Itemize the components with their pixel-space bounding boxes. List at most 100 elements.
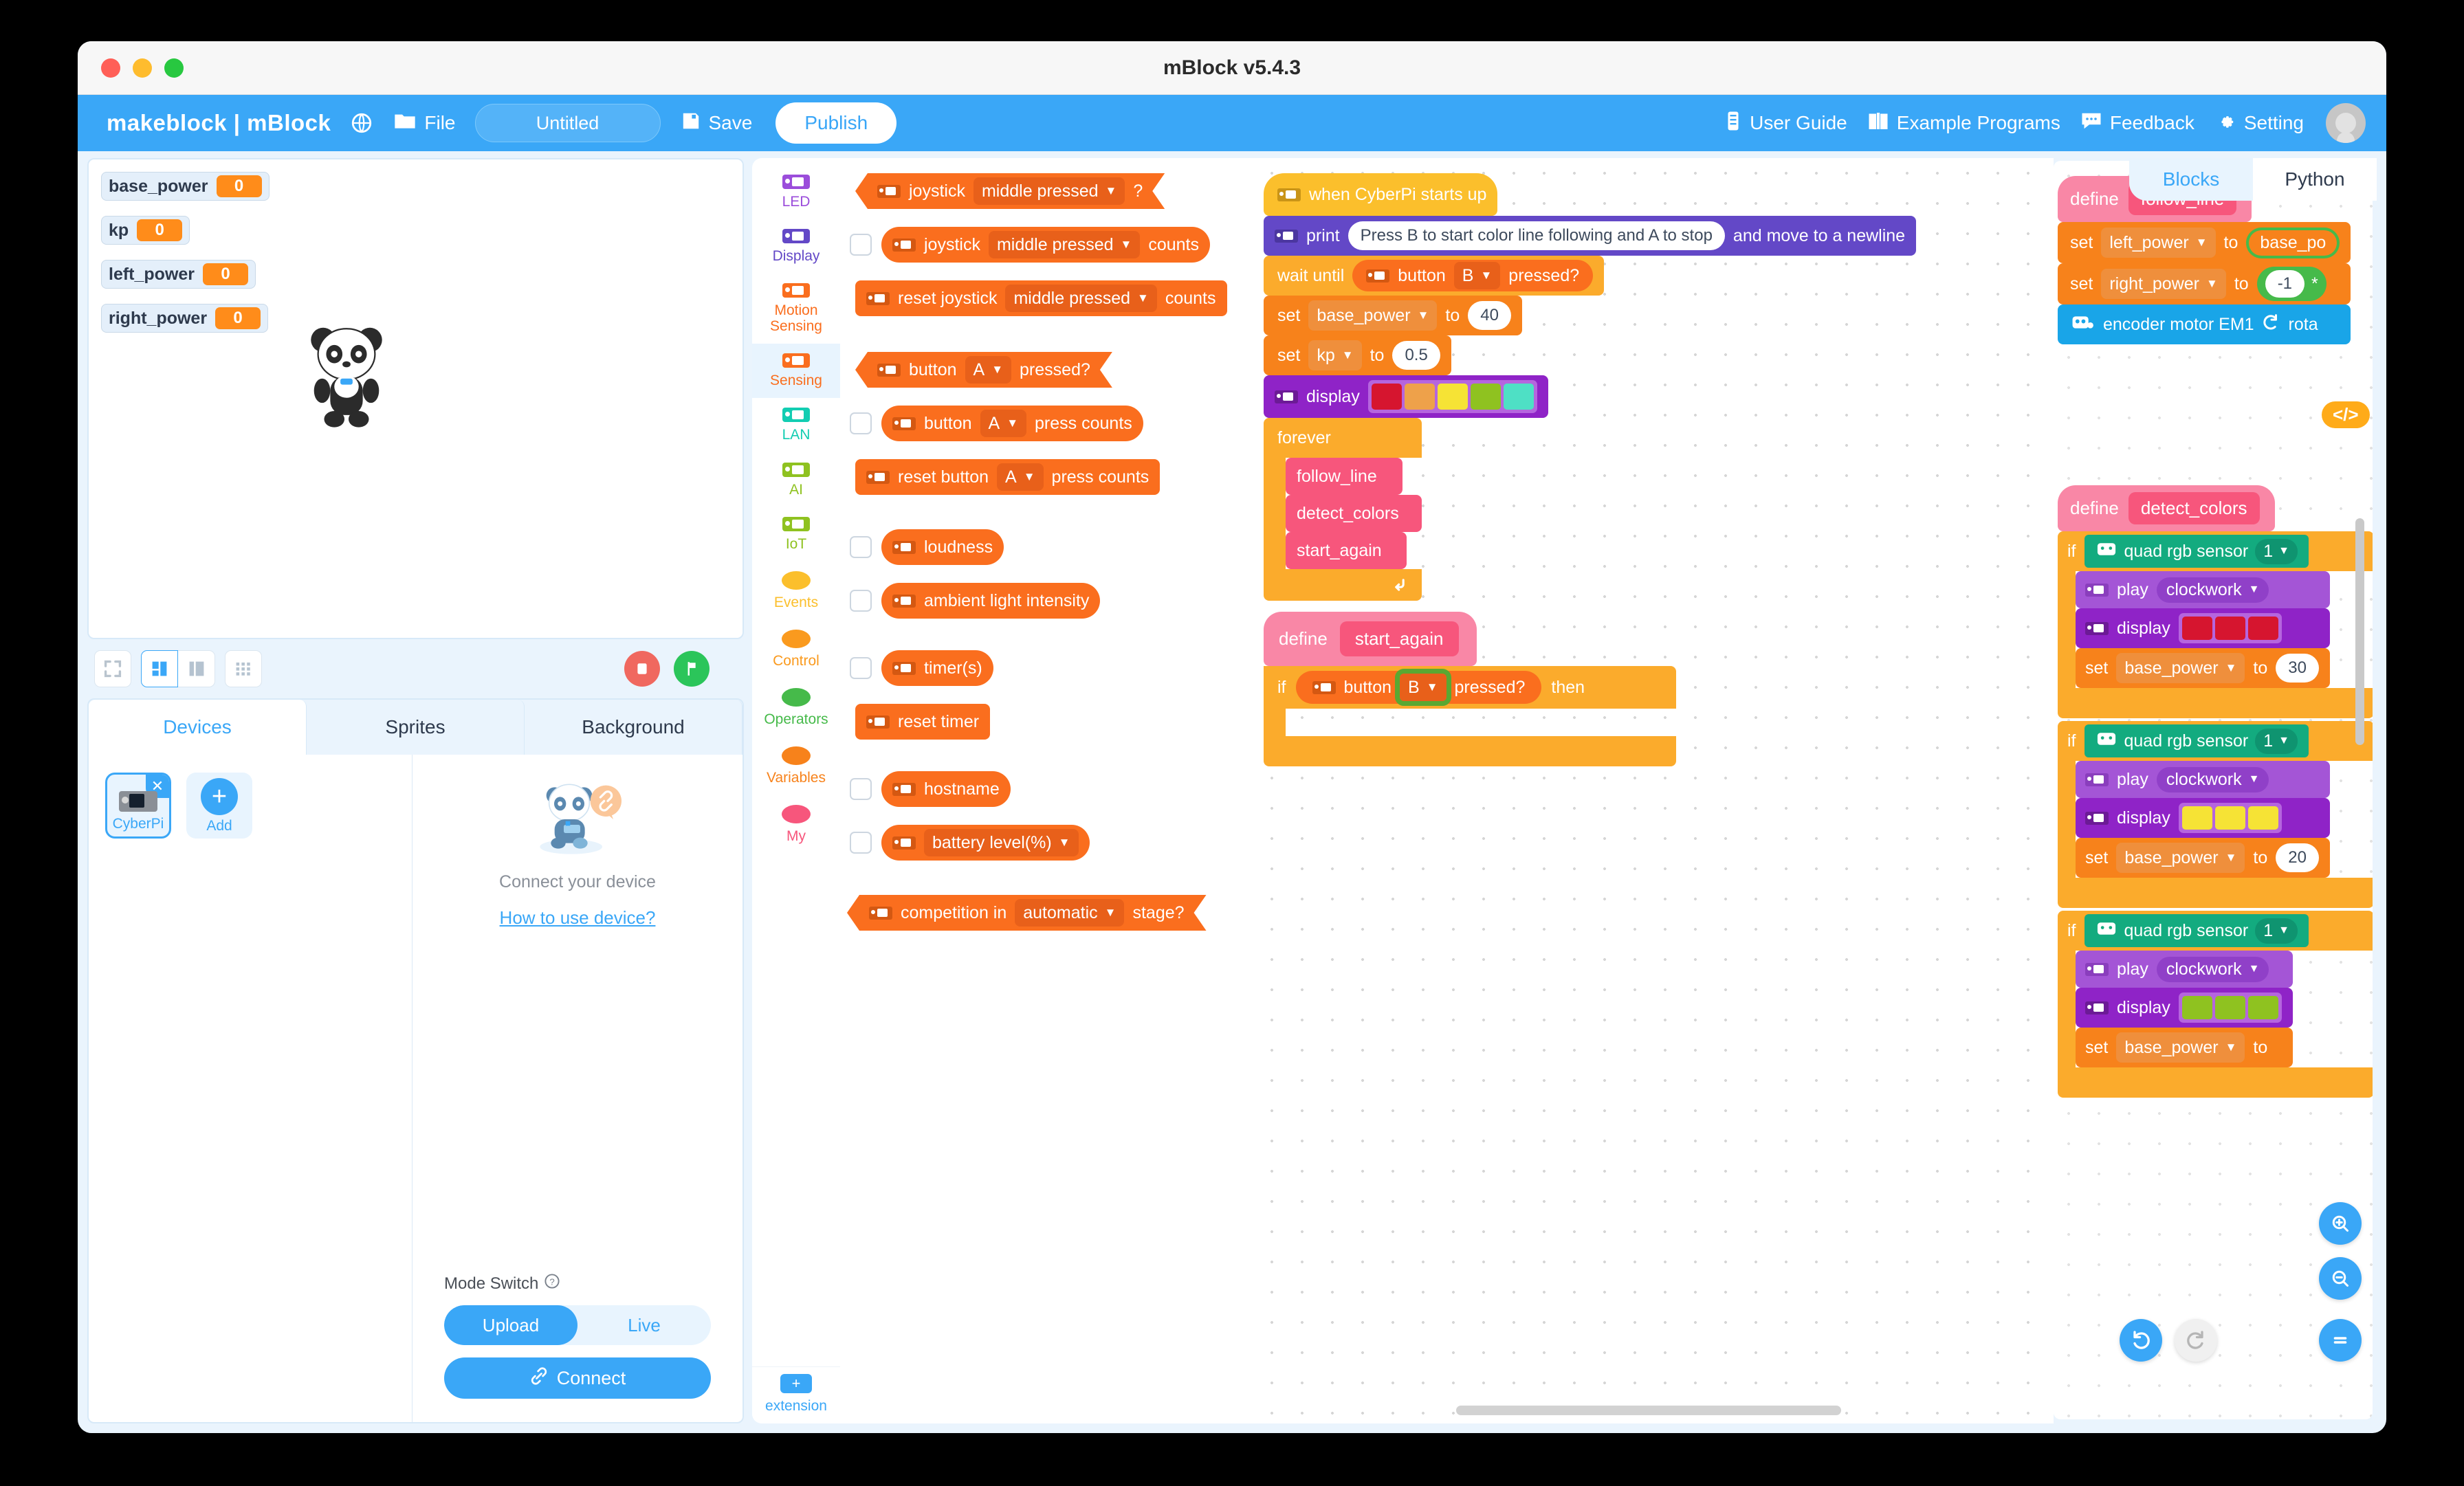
connect-button[interactable]: Connect — [444, 1357, 711, 1399]
feedback-button[interactable]: Feedback — [2081, 112, 2194, 135]
redo-icon[interactable] — [2175, 1319, 2217, 1362]
code-workspace[interactable]: when CyberPi starts up print Press B to … — [1257, 158, 2054, 1423]
palette-monitor-checkbox[interactable] — [850, 234, 872, 256]
category-sensing[interactable]: Sensing — [752, 344, 840, 399]
mode-option-upload[interactable]: Upload — [444, 1305, 578, 1345]
file-menu[interactable]: File — [394, 111, 456, 135]
avatar[interactable] — [2326, 103, 2366, 143]
globe-icon[interactable] — [350, 111, 373, 135]
script-follow-line[interactable]: define follow_line set left_power ▼ to b… — [2058, 176, 2351, 344]
code-panel-vertical-scrollbar[interactable] — [2355, 518, 2364, 745]
category-display[interactable]: Display — [752, 219, 840, 274]
tab-devices[interactable]: Devices — [89, 700, 307, 755]
category-lan[interactable]: LAN — [752, 398, 840, 452]
block-set-right-power[interactable]: set right_power ▼ to -1 * — [2058, 263, 2351, 304]
color-swatch[interactable] — [1437, 384, 1468, 410]
block-forever[interactable]: forever follow_line detect_colors start_… — [1264, 418, 1422, 601]
block-quad-rgb-sensor[interactable]: quad rgb sensor 1 ▼ — [2084, 914, 2309, 947]
color-swatch[interactable] — [2247, 617, 2278, 640]
palette-block[interactable]: hostname — [881, 771, 1011, 807]
palette-block[interactable]: reset timer — [855, 704, 991, 740]
block-if-then[interactable]: if quad rgb sensor 1 ▼ play clockwork ▼ display… — [2058, 531, 2373, 718]
block-display-colors[interactable]: display — [2076, 798, 2330, 838]
block-display-colors[interactable]: display — [2076, 988, 2293, 1028]
block-if-then[interactable]: if quad rgb sensor 1 ▼ play clockwork ▼ display… — [2058, 721, 2373, 908]
variable-dropdown[interactable]: left_power ▼ — [2101, 228, 2216, 258]
palette-block[interactable]: button A ▼ pressed? — [855, 352, 1112, 388]
palette-block[interactable]: button A ▼ press counts — [881, 406, 1143, 441]
display-color-strip[interactable] — [2178, 613, 2282, 643]
layout-small-icon[interactable] — [141, 650, 178, 687]
mode-option-live[interactable]: Live — [578, 1305, 711, 1345]
color-swatch[interactable] — [2181, 996, 2212, 1019]
block-call-detect-colors[interactable]: detect_colors — [1286, 495, 1422, 532]
category-control[interactable]: Control — [752, 620, 840, 678]
variable-dropdown[interactable]: kp ▼ — [1308, 340, 1362, 370]
display-color-strip[interactable] — [2178, 803, 2282, 833]
palette-block[interactable]: loudness — [881, 529, 1004, 565]
palette-monitor-checkbox[interactable] — [850, 778, 872, 800]
tab-background[interactable]: Background — [525, 700, 742, 755]
block-palette[interactable]: joystick middle pressed ▼? joystick middle p… — [840, 158, 1257, 1423]
sound-dropdown[interactable]: clockwork ▼ — [2156, 577, 2269, 603]
palette-monitor-checkbox[interactable] — [850, 412, 872, 434]
green-flag-icon[interactable] — [674, 651, 710, 687]
button-key-dropdown[interactable]: B ▼ — [1453, 262, 1501, 289]
display-color-strip[interactable] — [2178, 992, 2282, 1023]
block-dropdown[interactable]: middle pressed ▼ — [974, 177, 1125, 205]
color-swatch[interactable] — [2214, 617, 2245, 640]
category-ai[interactable]: AI — [752, 453, 840, 507]
set-value-input[interactable]: 30 — [2276, 654, 2319, 683]
block-set-base-power[interactable]: set base_power ▼ to 40 — [1264, 296, 1522, 335]
add-device-button[interactable]: + Add — [186, 773, 252, 839]
block-button-pressed[interactable]: button B ▼ pressed? — [1352, 260, 1594, 291]
block-dropdown[interactable]: middle pressed ▼ — [1005, 285, 1157, 312]
palette-block[interactable]: reset button A ▼ press counts — [855, 459, 1160, 495]
category-events[interactable]: Events — [752, 562, 840, 620]
palette-monitor-checkbox[interactable] — [850, 832, 872, 854]
block-set-base-power[interactable]: set base_power ▼ to — [2076, 1028, 2293, 1067]
block-dropdown[interactable]: A ▼ — [980, 410, 1027, 437]
block-display-colors[interactable]: display — [2076, 608, 2330, 648]
palette-block[interactable]: battery level(%) ▼ — [881, 825, 1090, 861]
category-iot[interactable]: IoT — [752, 507, 840, 562]
zoom-out-icon[interactable] — [2319, 1257, 2362, 1300]
block-play-sound[interactable]: play clockwork ▼ — [2076, 571, 2330, 608]
color-swatch[interactable] — [1371, 384, 1402, 410]
block-when-cyberpi-starts-up[interactable]: when CyberPi starts up — [1264, 173, 1498, 216]
color-swatch[interactable] — [1404, 384, 1435, 410]
script-start-again[interactable]: define start_again if button B ▼ pressed… — [1264, 612, 1676, 766]
operand-value[interactable]: -1 — [2265, 270, 2305, 298]
palette-block[interactable]: ambient light intensity — [881, 583, 1101, 619]
color-swatch[interactable] — [2247, 806, 2278, 830]
palette-block[interactable]: competition in automatic ▼ stage? — [847, 895, 1207, 931]
variable-dropdown[interactable]: base_power ▼ — [1308, 300, 1438, 331]
question-circle-icon[interactable]: ? — [544, 1273, 560, 1294]
block-button-pressed[interactable]: button B ▼ pressed? — [1295, 669, 1542, 706]
button-key-dropdown[interactable]: B ▼ — [1395, 669, 1451, 706]
variable-monitor[interactable]: base_power 0 — [101, 172, 270, 201]
example-programs-button[interactable]: Example Programs — [1868, 111, 2060, 135]
block-define-hat[interactable]: define start_again — [1264, 612, 1477, 666]
variable-monitor[interactable]: right_power 0 — [101, 304, 269, 333]
block-print[interactable]: print Press B to start color line follow… — [1264, 216, 1917, 256]
sound-dropdown[interactable]: clockwork ▼ — [2156, 956, 2269, 982]
grid-icon[interactable] — [225, 650, 262, 687]
palette-block[interactable]: joystick middle pressed ▼? — [855, 173, 1165, 209]
setting-button[interactable]: Setting — [2215, 111, 2304, 136]
print-text-input[interactable]: Press B to start color line following an… — [1348, 221, 1725, 250]
block-set-base-power[interactable]: set base_power ▼ to 30 — [2076, 648, 2330, 688]
tab-blocks[interactable]: Blocks — [2129, 158, 2253, 201]
category-operators[interactable]: Operators — [752, 678, 840, 737]
save-button[interactable]: Save — [681, 111, 752, 135]
color-swatch[interactable] — [2247, 996, 2278, 1019]
color-swatch[interactable] — [2181, 806, 2212, 830]
category-led[interactable]: LED — [752, 165, 840, 219]
category-my[interactable]: My — [752, 795, 840, 854]
set-value-input[interactable]: 0.5 — [1392, 341, 1440, 370]
block-dropdown[interactable]: automatic ▼ — [1015, 899, 1124, 927]
block-dropdown[interactable]: A ▼ — [965, 356, 1012, 384]
code-badge[interactable]: </> — [2322, 401, 2370, 428]
block-dropdown[interactable]: A ▼ — [997, 463, 1044, 491]
variable-dropdown[interactable]: right_power ▼ — [2101, 269, 2226, 299]
